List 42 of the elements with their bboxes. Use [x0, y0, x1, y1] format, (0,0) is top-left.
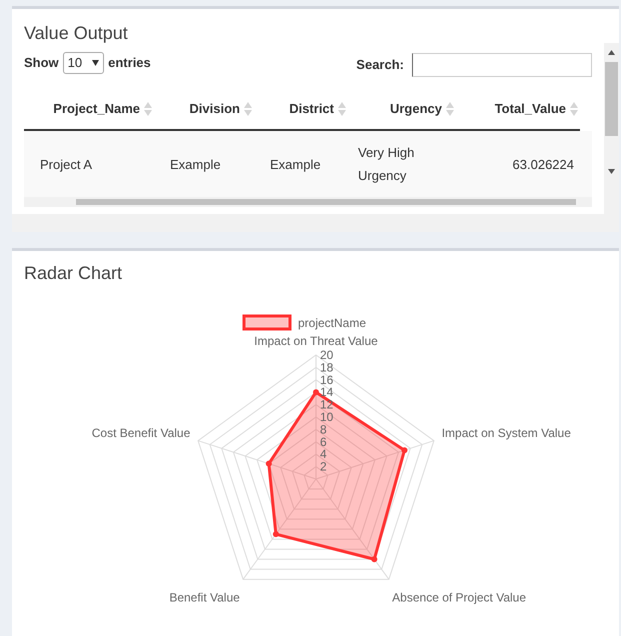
table-cell-text: Project A [39, 156, 94, 174]
entries-label: entries [108, 54, 151, 72]
search-label: Search: [356, 56, 404, 74]
scroll-down-icon[interactable] [608, 169, 615, 174]
axis-label: Cost Benefit Value [92, 426, 190, 440]
axis-label: Absence of Project Value [392, 590, 526, 604]
vertical-scrollbar[interactable] [604, 43, 619, 214]
data-point [266, 460, 272, 467]
data-point [272, 531, 279, 538]
table-cell-text: Example [269, 156, 322, 174]
tick-label: 20 [320, 348, 334, 362]
tick-label: 6 [320, 434, 327, 449]
data-point [313, 389, 319, 396]
tick-label: 8 [320, 422, 327, 436]
tick-label: 14 [320, 385, 334, 400]
tick-label: 4 [320, 447, 327, 462]
scroll-up-icon[interactable] [608, 50, 615, 55]
data-point [371, 556, 378, 562]
tick-label: 12 [320, 398, 334, 412]
tick-label: 10 [320, 410, 334, 424]
tick-label: 16 [320, 372, 334, 387]
show-label: Show [24, 54, 59, 72]
sort-icon [338, 102, 346, 116]
panel-title: Value Output [23, 22, 129, 45]
legend-label: projectName [298, 316, 366, 330]
tick-label: 18 [320, 360, 334, 374]
table-cell-text: Example [169, 156, 222, 174]
sort-icon [570, 102, 578, 116]
axis-label: Impact on System Value [442, 426, 571, 440]
axis-label: Benefit Value [169, 590, 240, 604]
sort-icon [244, 102, 252, 116]
table-cell-text: Very High Urgency [357, 144, 416, 185]
tick-label: 2 [320, 460, 327, 474]
table-cell-text: 63.026224 [512, 156, 575, 174]
search-field[interactable] [412, 53, 592, 77]
sort-icon [144, 102, 152, 116]
axis-label: Impact on Threat Value [254, 334, 378, 348]
entries-select[interactable]: 10 [62, 52, 104, 74]
sort-icon [446, 102, 454, 116]
caret-icon [92, 60, 100, 66]
panel-title: Radar Chart [23, 262, 124, 285]
data-point [401, 447, 408, 454]
